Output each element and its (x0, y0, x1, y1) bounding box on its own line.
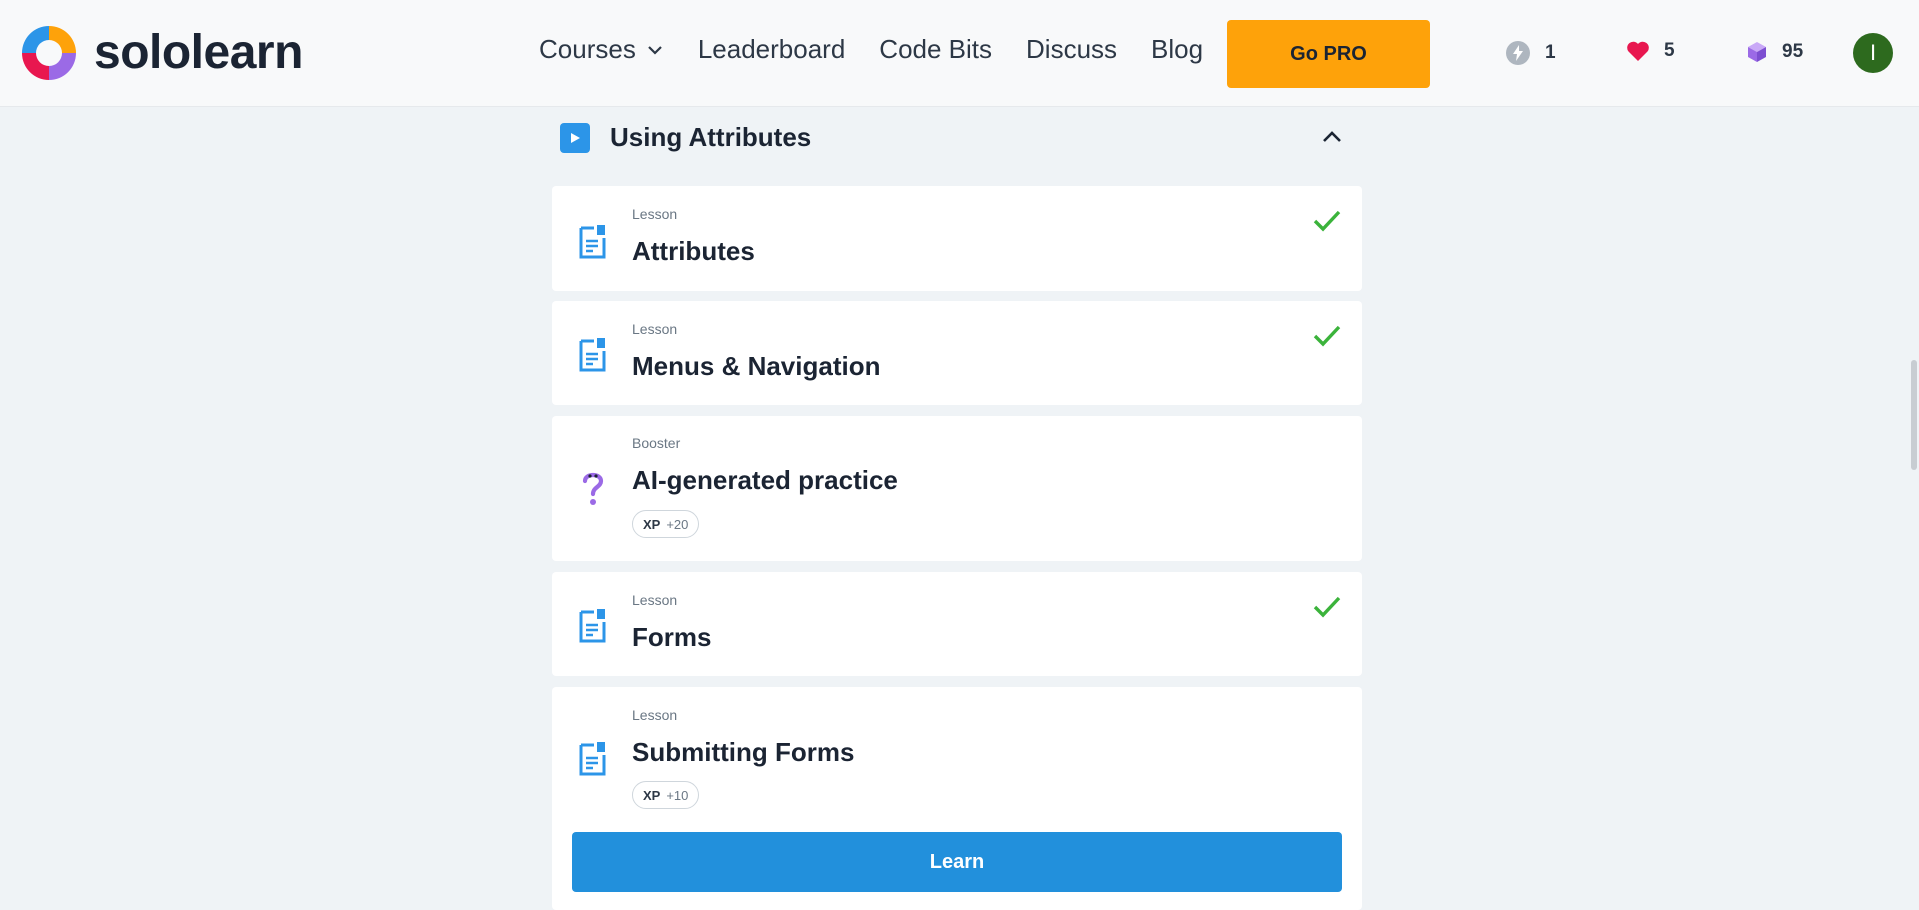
play-icon (560, 122, 590, 153)
hearts-counter[interactable]: 5 (1626, 40, 1675, 62)
lightning-icon (1506, 41, 1530, 65)
nav-courses-label: Courses (539, 34, 636, 64)
main-nav: Courses Leaderboard Code Bits Discuss Bl… (539, 34, 1237, 65)
gem-icon (1748, 42, 1766, 62)
nav-leaderboard[interactable]: Leaderboard (698, 34, 845, 65)
completed-check-icon (1313, 325, 1341, 347)
streak-counter[interactable]: 1 (1505, 40, 1556, 66)
card-title: Forms (632, 622, 712, 652)
nav-discuss[interactable]: Discuss (1026, 34, 1117, 65)
hearts-value: 5 (1664, 40, 1675, 61)
chevron-up-icon[interactable] (1320, 125, 1344, 149)
module-title: Using Attributes (610, 122, 812, 152)
user-avatar[interactable]: I (1853, 33, 1893, 73)
sololearn-logo[interactable]: sololearn (18, 22, 303, 84)
card-title: Attributes (632, 236, 755, 266)
xp-badge: XP +20 (632, 510, 700, 538)
xp-label: XP (643, 516, 661, 532)
page-scrollbar[interactable] (1911, 360, 1917, 470)
question-mark-icon (582, 472, 604, 505)
lesson-doc-icon (579, 609, 606, 643)
card-type-label: Booster (632, 435, 681, 451)
xp-badge: XP +10 (632, 781, 700, 809)
lesson-doc-icon (579, 225, 606, 259)
lesson-card-menus-navigation[interactable]: Lesson Menus & Navigation (552, 301, 1362, 405)
gems-counter[interactable]: 95 (1746, 40, 1803, 64)
sololearn-logo-icon (22, 26, 76, 80)
chevron-down-icon (648, 45, 662, 55)
booster-card-ai-practice[interactable]: Booster AI-generated practice XP +20 (552, 416, 1362, 561)
xp-value: +20 (666, 516, 689, 532)
completed-check-icon (1313, 596, 1341, 618)
nav-courses[interactable]: Courses (539, 34, 664, 65)
card-type-label: Lesson (632, 321, 678, 337)
card-type-label: Lesson (632, 592, 678, 608)
completed-check-icon (1313, 210, 1341, 232)
lesson-doc-icon (579, 338, 606, 372)
card-title: AI-generated practice (632, 465, 898, 495)
heart-icon (1627, 41, 1649, 61)
card-title: Submitting Forms (632, 737, 855, 767)
nav-blog[interactable]: Blog (1151, 34, 1203, 65)
top-header: sololearn Courses Leaderboard Code Bits … (0, 0, 1919, 107)
streak-value: 1 (1545, 42, 1556, 63)
lesson-doc-icon (579, 742, 606, 776)
card-type-label: Lesson (632, 707, 678, 723)
nav-code-bits[interactable]: Code Bits (879, 34, 992, 65)
card-type-label: Lesson (632, 206, 678, 222)
xp-label: XP (643, 787, 661, 803)
go-pro-button[interactable]: Go PRO (1227, 20, 1430, 88)
brand-name: sololearn (94, 26, 303, 79)
module-header[interactable]: Using Attributes (560, 115, 1360, 160)
lesson-card-forms[interactable]: Lesson Forms (552, 572, 1362, 676)
lesson-card-attributes[interactable]: Lesson Attributes (552, 186, 1362, 291)
gems-value: 95 (1782, 41, 1804, 62)
card-title: Menus & Navigation (632, 351, 881, 381)
learn-button[interactable]: Learn (572, 832, 1342, 892)
xp-value: +10 (666, 787, 689, 803)
